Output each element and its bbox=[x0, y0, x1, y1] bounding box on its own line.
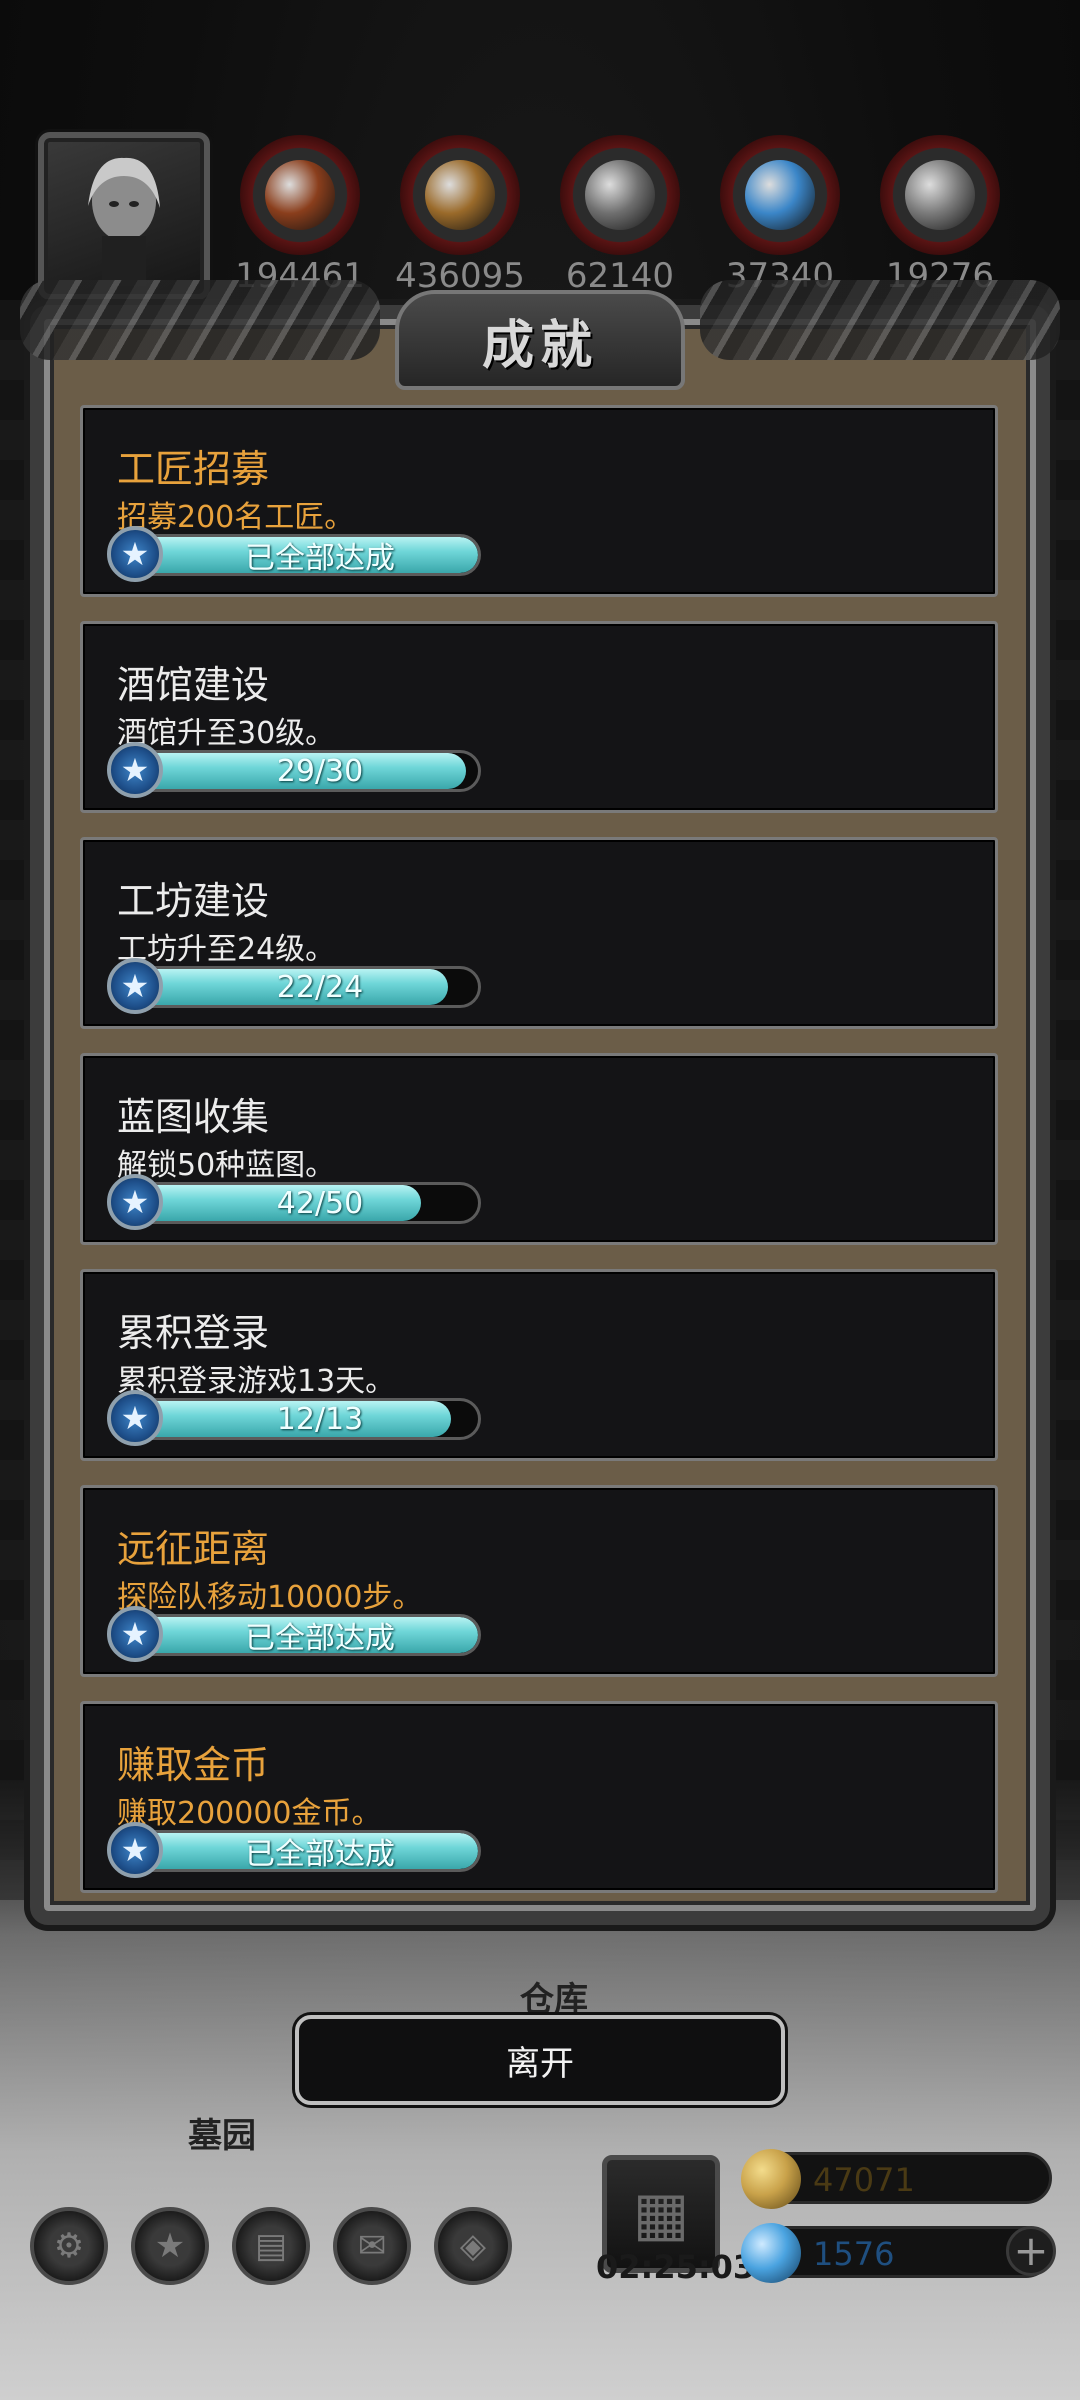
progress-text: 12/13 bbox=[276, 1401, 364, 1437]
crystal-icon bbox=[745, 160, 815, 230]
progress-text: 已全部达成 bbox=[245, 1621, 395, 1656]
star-icon: ★ bbox=[107, 1390, 163, 1446]
achievement-card: 累积登录累积登录游戏13天。 12/13 ★ bbox=[80, 1269, 998, 1461]
panel-ornament-right bbox=[700, 280, 1060, 360]
achievement-card: 工坊建设 工坊升至24级。 22/24 ★ bbox=[80, 837, 998, 1029]
panel-ornament-left bbox=[20, 280, 380, 360]
shop-icon[interactable]: ◈ bbox=[434, 2207, 512, 2285]
star-icon: ★ bbox=[107, 1822, 163, 1878]
achievement-title: 累积登录 bbox=[117, 1311, 270, 1355]
achievement-star-icon[interactable]: ★ bbox=[131, 2207, 209, 2285]
leave-button[interactable]: 离开 bbox=[295, 2015, 785, 2105]
meat-resource-icon bbox=[240, 135, 360, 255]
achievement-card: 赚取金币赚取200000金币。已全部达成 ★ bbox=[80, 1701, 998, 1893]
steel-resource-icon bbox=[880, 135, 1000, 255]
star-icon: ★ bbox=[107, 958, 163, 1014]
achievement-description: 探险队移动10000步。 bbox=[117, 1580, 423, 1615]
mail-icon[interactable]: ✉ bbox=[333, 2207, 411, 2285]
achievement-progress-bar: 已全部达成 bbox=[119, 1830, 481, 1872]
star-icon: ★ bbox=[107, 742, 163, 798]
progress-text: 22/24 bbox=[276, 969, 364, 1005]
star-icon: ★ bbox=[107, 526, 163, 582]
progress-text: 已全部达成 bbox=[245, 1837, 395, 1872]
gold-counter: 47071 bbox=[741, 2149, 1052, 2209]
achievement-title: 蓝图收集 bbox=[117, 1095, 270, 1139]
gold-coin-icon bbox=[741, 2149, 801, 2209]
achievement-card: 酒馆建设 酒馆升至30级。 29/30 ★ bbox=[80, 621, 998, 813]
achievement-card: 蓝图收集 解锁50种蓝图。 42/50 ★ bbox=[80, 1053, 998, 1245]
achievement-description: 累积登录游戏13天。 bbox=[117, 1364, 396, 1399]
panel-title: 成就 bbox=[481, 315, 598, 376]
book-icon[interactable]: ▤ bbox=[232, 2207, 310, 2285]
achievement-progress-bar: 12/13 bbox=[119, 1398, 481, 1440]
achievement-progress-bar: 29/30 bbox=[119, 750, 481, 792]
player-portrait[interactable] bbox=[38, 132, 210, 300]
achievement-card: 远征距离探险队移动10000步。已全部达成 ★ bbox=[80, 1485, 998, 1677]
settings-gear-icon[interactable]: ⚙ bbox=[30, 2207, 108, 2285]
gift-timer: 02:25:03 bbox=[596, 2248, 756, 2286]
panel-title-plate: 成就 bbox=[395, 290, 685, 390]
warehouse-label[interactable]: 仓库 bbox=[520, 1972, 588, 2021]
hero-avatar-icon bbox=[88, 157, 160, 286]
iron-icon bbox=[585, 160, 655, 230]
progress-text: 已全部达成 bbox=[245, 541, 395, 576]
achievement-card: 工匠招募招募200名工匠。已全部达成 ★ bbox=[80, 405, 998, 597]
iron-resource-icon bbox=[560, 135, 680, 255]
steel-icon bbox=[905, 160, 975, 230]
achievement-description: 赚取200000金币。 bbox=[117, 1796, 382, 1831]
meat-icon bbox=[265, 160, 335, 230]
achievement-title: 酒馆建设 bbox=[117, 663, 270, 707]
crystal-resource-icon bbox=[720, 135, 840, 255]
gem-icon bbox=[741, 2223, 801, 2283]
achievement-title: 工坊建设 bbox=[117, 879, 270, 923]
achievement-progress-bar: 已全部达成 bbox=[119, 534, 481, 576]
wood-icon bbox=[425, 160, 495, 230]
achievement-title: 赚取金币 bbox=[117, 1743, 270, 1787]
cemetery-label[interactable]: 墓园 bbox=[188, 2108, 256, 2157]
add-gems-button[interactable]: + bbox=[1006, 2226, 1056, 2276]
gold-value: 47071 bbox=[813, 2161, 915, 2199]
progress-text: 29/30 bbox=[276, 753, 364, 789]
wood-resource-icon bbox=[400, 135, 520, 255]
achievement-progress-bar: 22/24 bbox=[119, 966, 481, 1008]
achievement-title: 工匠招募 bbox=[117, 447, 270, 491]
star-icon: ★ bbox=[107, 1174, 163, 1230]
achievement-progress-bar: 42/50 bbox=[119, 1182, 481, 1224]
achievement-progress-bar: 已全部达成 bbox=[119, 1614, 481, 1656]
progress-text: 42/50 bbox=[276, 1185, 364, 1221]
achievement-title: 远征距离 bbox=[117, 1527, 270, 1571]
achievement-description: 招募200名工匠。 bbox=[117, 500, 355, 535]
gem-value: 1576 bbox=[813, 2235, 895, 2273]
star-icon: ★ bbox=[107, 1606, 163, 1662]
